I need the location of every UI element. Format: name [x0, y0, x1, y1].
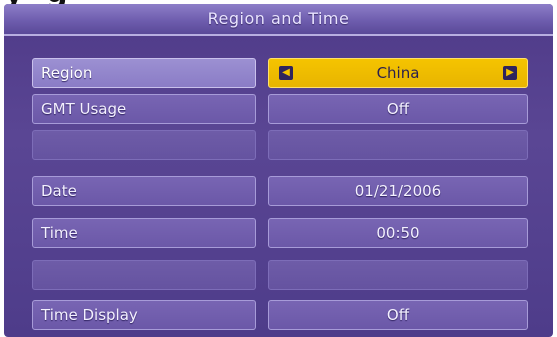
menu-title-bar: Region and Time: [4, 4, 553, 36]
region-time-menu: Region and Time Region ◀ China ▶ GMT Usa…: [4, 4, 553, 337]
time-value[interactable]: 00:50: [268, 218, 528, 248]
setting-label-time-display: Time Display: [32, 300, 256, 330]
arrow-right-icon[interactable]: ▶: [503, 66, 517, 80]
setting-row-disabled-2: [32, 260, 528, 290]
setting-row-time[interactable]: Time 00:50: [32, 218, 528, 248]
time-display-value[interactable]: Off: [268, 300, 528, 330]
setting-value-disabled-2: [268, 260, 528, 290]
screenshot-stage: yg Region and Time Region ◀ China ▶ GMT …: [0, 0, 557, 337]
setting-label-region: Region: [32, 58, 256, 88]
setting-label-disabled-2: [32, 260, 256, 290]
setting-label-date: Date: [32, 176, 256, 206]
menu-title: Region and Time: [207, 9, 350, 28]
setting-value-disabled-1: [268, 130, 528, 160]
setting-label-gmt-usage: GMT Usage: [32, 94, 256, 124]
setting-label-disabled-1: [32, 130, 256, 160]
setting-label-time: Time: [32, 218, 256, 248]
gmt-usage-value[interactable]: Off: [268, 94, 528, 124]
setting-row-region[interactable]: Region ◀ China ▶: [32, 58, 528, 88]
setting-row-gmt-usage[interactable]: GMT Usage Off: [32, 94, 528, 124]
setting-row-date[interactable]: Date 01/21/2006: [32, 176, 528, 206]
region-selector[interactable]: ◀ China ▶: [268, 58, 528, 88]
region-value: China: [376, 64, 420, 82]
arrow-left-icon[interactable]: ◀: [279, 66, 293, 80]
date-value[interactable]: 01/21/2006: [268, 176, 528, 206]
setting-row-disabled-1: [32, 130, 528, 160]
setting-row-time-display[interactable]: Time Display Off: [32, 300, 528, 330]
